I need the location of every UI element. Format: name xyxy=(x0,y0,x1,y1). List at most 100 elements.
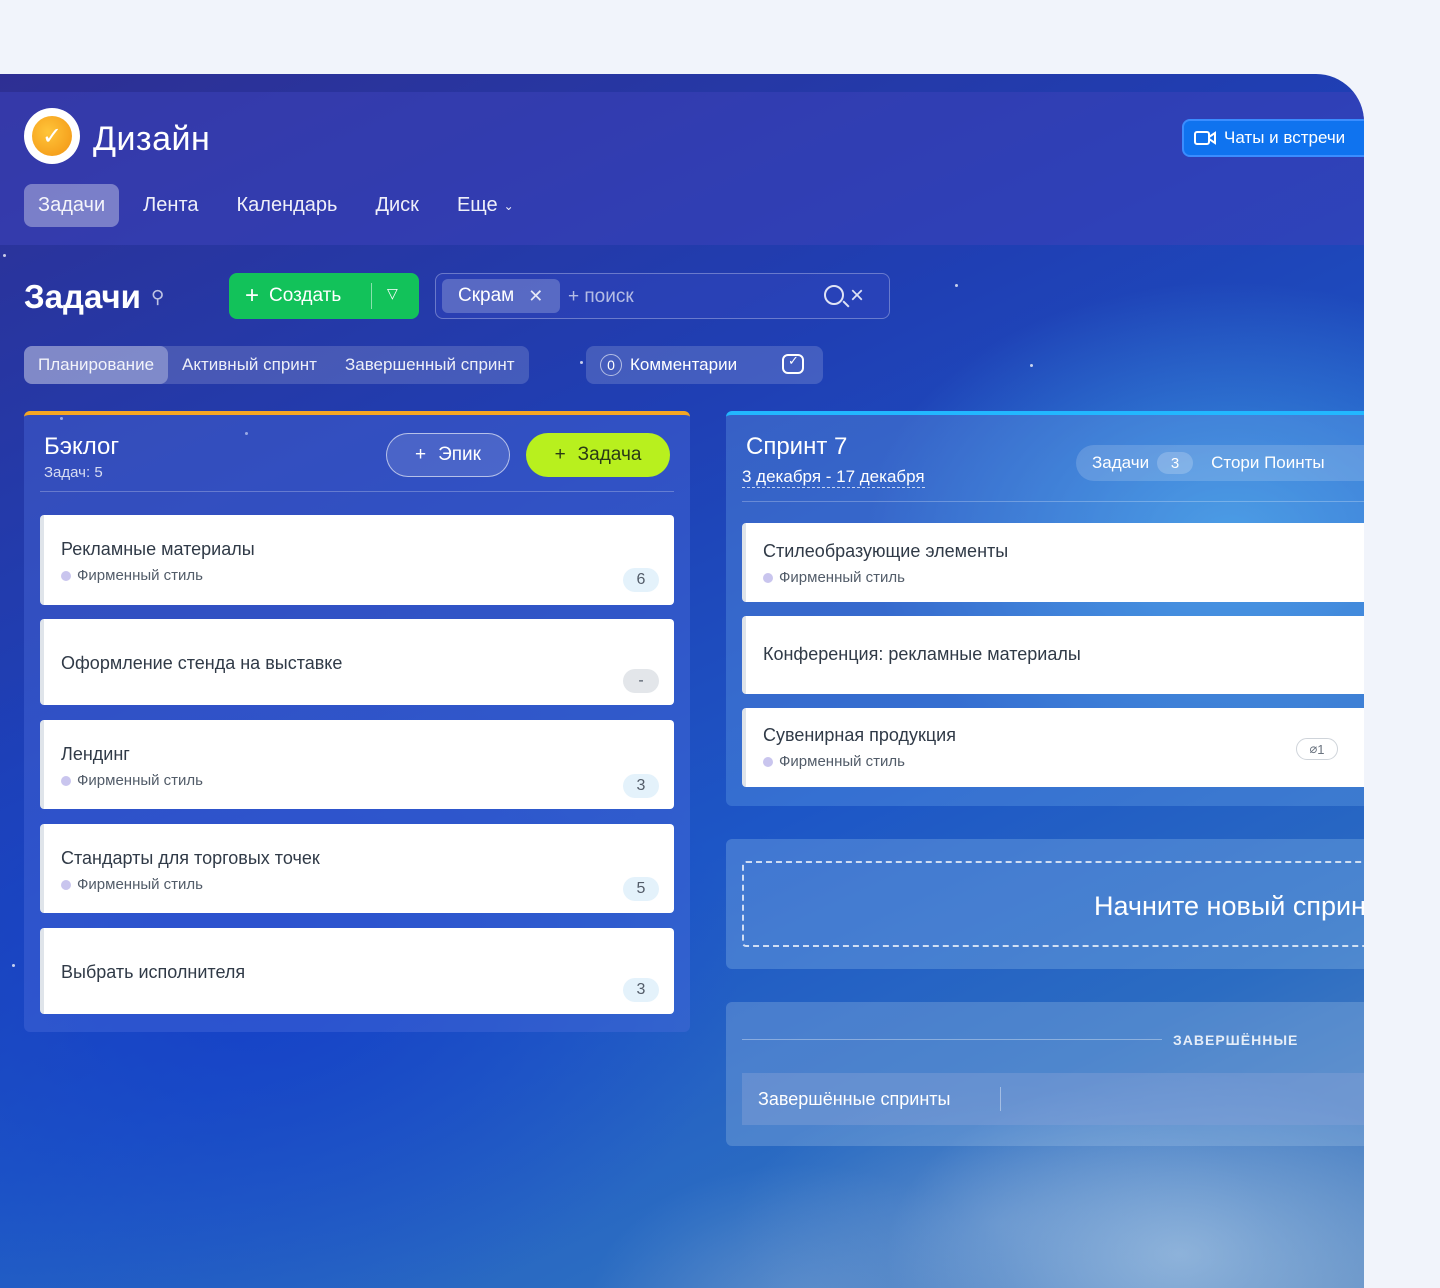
task-card[interactable]: Оформление стенда на выставке - xyxy=(40,619,674,705)
sprint-title: Спринт 7 xyxy=(746,433,848,460)
task-epic-label: Фирменный стиль xyxy=(779,569,905,586)
nav-tasks[interactable]: Задачи xyxy=(24,184,120,227)
task-card[interactable]: Выбрать исполнителя 3 xyxy=(40,928,674,1014)
task-epic-label: Фирменный стиль xyxy=(77,876,203,893)
pin-icon[interactable]: ⚲ xyxy=(151,287,164,308)
task-epic: Фирменный стиль xyxy=(61,772,203,789)
search-input[interactable]: + поиск xyxy=(568,286,634,308)
backlog-title: Бэклог xyxy=(44,433,120,460)
filter-chip[interactable]: Скрам ✕ xyxy=(442,279,560,313)
task-card[interactable]: Лендинг Фирменный стиль 3 xyxy=(40,720,674,809)
task-title: Рекламные материалы xyxy=(61,539,255,559)
search-icon[interactable] xyxy=(824,285,844,305)
tab-planning[interactable]: Планирование xyxy=(24,346,169,384)
nav-more[interactable]: Еще ⌄ xyxy=(443,184,528,227)
attachment-badge[interactable]: ⌀ 1 xyxy=(1296,738,1338,760)
app-header: ✓ Дизайн Чаты и встречи Задачи Лента Кал… xyxy=(0,92,1364,245)
epic-dot-icon xyxy=(61,570,71,581)
comments-count: 0 xyxy=(600,354,622,376)
task-epic: Фирменный стиль xyxy=(763,753,905,770)
add-task-button[interactable]: + Задача xyxy=(526,433,670,477)
comments-button[interactable]: 0 Комментарии xyxy=(586,346,823,384)
comments-label: Комментарии xyxy=(630,355,738,374)
story-points-badge[interactable]: - xyxy=(623,669,659,693)
divider xyxy=(40,491,674,492)
task-title: Лендинг xyxy=(61,744,130,764)
completed-sprints-label: Завершённые спринты xyxy=(758,1088,951,1109)
sprint-tasks-count: 3 xyxy=(1157,452,1194,474)
nav-feed[interactable]: Лента xyxy=(129,184,212,227)
backlog-column: Бэклог Задач: 5 + Эпик + Задача Рекламны… xyxy=(24,411,690,1032)
task-epic-label: Фирменный стиль xyxy=(77,772,203,789)
task-title: Выбрать исполнителя xyxy=(61,962,246,982)
completed-sprints-row[interactable]: Завершённые спринты xyxy=(742,1073,1364,1125)
chats-meetings-label: Чаты и встречи xyxy=(1224,128,1346,147)
attachment-count: 1 xyxy=(1317,741,1325,757)
new-sprint-dropzone[interactable]: Начните новый спринт xyxy=(742,861,1364,947)
create-divider xyxy=(371,283,372,309)
sprint-dates[interactable]: 3 декабря - 17 декабря xyxy=(742,467,925,488)
task-epic: Фирменный стиль xyxy=(61,876,203,893)
close-icon[interactable]: ✕ xyxy=(528,286,543,307)
page-title-text: Задачи xyxy=(24,278,141,315)
checkmark-icon: ✓ xyxy=(32,116,72,156)
task-epic-label: Фирменный стиль xyxy=(77,567,203,584)
task-card[interactable]: Сувенирная продукция Фирменный стиль ⌀ 1 xyxy=(742,708,1364,787)
story-points-badge[interactable]: 3 xyxy=(623,978,659,1002)
task-title: Конференция: рекламные материалы xyxy=(763,644,1081,664)
plus-icon: + xyxy=(415,444,427,465)
clear-icon[interactable]: × xyxy=(850,282,864,310)
create-button[interactable]: + Создать ▽ xyxy=(229,273,419,319)
top-nav: Задачи Лента Календарь Диск Еще ⌄ xyxy=(24,184,528,227)
sprint-stats: Задачи 3 Стори Поинты xyxy=(1076,445,1364,481)
chevron-down-icon[interactable]: ▽ xyxy=(387,285,398,302)
task-card[interactable]: Стандарты для торговых точек Фирменный с… xyxy=(40,824,674,913)
tab-completed-sprint[interactable]: Завершенный спринт xyxy=(331,346,529,384)
sprint-points-label: Стори Поинты xyxy=(1211,453,1325,472)
story-points-badge[interactable]: 5 xyxy=(623,877,659,901)
app-title: Дизайн xyxy=(93,120,211,158)
search-bar[interactable]: Скрам ✕ + поиск × xyxy=(435,273,890,319)
chevron-down-icon: ⌄ xyxy=(503,198,514,213)
page-title: Задачи ⚲ xyxy=(24,278,164,316)
completed-section-label: ЗАВЕРШЁННЫЕ xyxy=(1173,1032,1299,1048)
new-sprint-panel: Начните новый спринт xyxy=(726,839,1364,969)
view-tabs: Планирование Активный спринт Завершенный… xyxy=(24,346,529,384)
create-label: Создать xyxy=(269,285,342,306)
task-epic: Фирменный стиль xyxy=(61,567,203,584)
epic-dot-icon xyxy=(763,756,773,767)
task-card[interactable]: Рекламные материалы Фирменный стиль 6 xyxy=(40,515,674,605)
task-card[interactable]: Стилеобразующие элементы Фирменный стиль xyxy=(742,523,1364,602)
sprint-column: Спринт 7 3 декабря - 17 декабря Задачи 3… xyxy=(726,411,1364,806)
tab-active-sprint[interactable]: Активный спринт xyxy=(168,346,331,384)
divider xyxy=(1000,1087,1001,1111)
task-epic-label: Фирменный стиль xyxy=(779,753,905,770)
chats-meetings-button[interactable]: Чаты и встречи xyxy=(1182,119,1364,157)
nav-disk[interactable]: Диск xyxy=(361,184,432,227)
completed-sprints-panel: ЗАВЕРШЁННЫЕ Завершённые спринты xyxy=(726,1002,1364,1146)
new-sprint-label: Начните новый спринт xyxy=(1094,891,1364,921)
app-logo[interactable]: ✓ xyxy=(24,108,80,164)
task-epic: Фирменный стиль xyxy=(763,569,905,586)
task-title: Оформление стенда на выставке xyxy=(61,653,343,673)
task-title: Стандарты для торговых точек xyxy=(61,848,320,868)
add-task-label: Задача xyxy=(577,444,642,465)
app-window: ✓ Дизайн Чаты и встречи Задачи Лента Кал… xyxy=(0,74,1364,1288)
task-title: Стилеобразующие элементы xyxy=(763,541,1009,561)
backlog-task-count: Задач: 5 xyxy=(44,464,103,481)
filter-chip-label: Скрам xyxy=(458,285,515,306)
story-points-badge[interactable]: 6 xyxy=(623,568,659,592)
task-card[interactable]: Конференция: рекламные материалы xyxy=(742,616,1364,694)
epic-dot-icon xyxy=(61,879,71,890)
story-points-badge[interactable]: 3 xyxy=(623,774,659,798)
plus-icon: + xyxy=(554,444,566,465)
nav-calendar[interactable]: Календарь xyxy=(223,184,352,227)
divider xyxy=(742,1039,1162,1040)
video-camera-icon xyxy=(1194,131,1216,145)
sprint-tasks-label: Задачи xyxy=(1092,453,1150,472)
epic-dot-icon xyxy=(763,572,773,583)
plus-icon: + xyxy=(245,282,260,309)
task-title: Сувенирная продукция xyxy=(763,725,956,745)
add-epic-button[interactable]: + Эпик xyxy=(386,433,510,477)
add-epic-label: Эпик xyxy=(438,444,481,465)
